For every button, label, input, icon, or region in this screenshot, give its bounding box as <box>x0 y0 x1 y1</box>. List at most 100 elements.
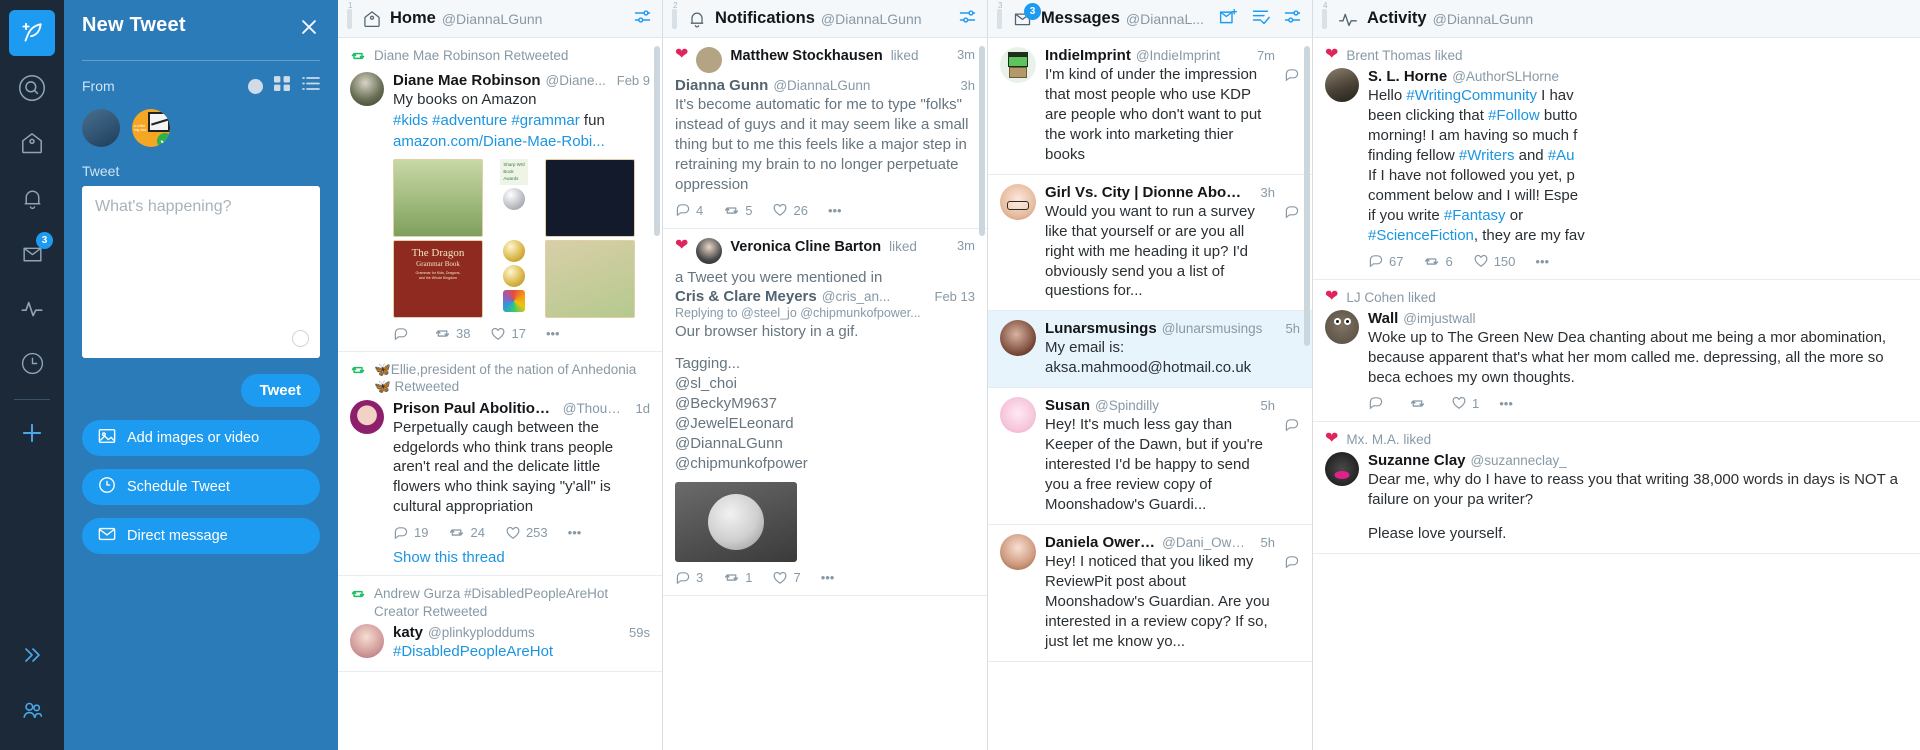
message-item[interactable]: Girl Vs. City | Dionne Abouelela... 3h W… <box>988 175 1312 312</box>
reply-action[interactable]: 3 <box>675 570 703 586</box>
tweet-input[interactable]: What's happening? <box>82 186 320 358</box>
notification-item[interactable]: ❤ Matthew Stockhausen liked 3m Dianna Gu… <box>663 38 987 229</box>
grid-view-icon[interactable] <box>274 75 291 97</box>
retweet-action[interactable]: 1 <box>723 569 752 586</box>
scrollbar[interactable] <box>979 46 985 236</box>
avatar[interactable] <box>1000 397 1036 434</box>
display-name[interactable]: Daniela Owergoor <box>1045 534 1157 551</box>
column-body-messages[interactable]: IndieImprint @IndieImprint 7m I'm kind o… <box>988 38 1312 750</box>
schedule-tweet-button[interactable]: Schedule Tweet <box>82 469 320 505</box>
column-options-icon[interactable] <box>1282 6 1303 32</box>
tweet-item[interactable]: Andrew Gurza #DisabledPeopleAreHot Creat… <box>338 576 662 672</box>
search-button[interactable] <box>9 65 55 111</box>
more-actions-icon[interactable]: ••• <box>1499 396 1513 411</box>
reply-action[interactable] <box>1368 395 1389 411</box>
column-body-home[interactable]: Diane Mae Robinson Retweeted Diane Mae R… <box>338 38 662 750</box>
tweet-media-photo[interactable] <box>675 482 797 563</box>
column-header-messages[interactable]: 3 3 Messages @DiannaL... <box>988 0 1312 38</box>
book-image-grid[interactable]: Sharp Wrtl Book Awards The Dragon Grammar B… <box>393 159 635 319</box>
accounts-button[interactable] <box>9 687 55 733</box>
compose-tweet-button[interactable] <box>9 10 55 56</box>
display-name[interactable]: Girl Vs. City | Dionne Abouelela... <box>1045 184 1250 201</box>
hashtag[interactable]: #Writers <box>1459 147 1515 164</box>
avatar[interactable] <box>1325 452 1359 487</box>
like-action[interactable]: 150 <box>1473 253 1515 269</box>
like-action[interactable]: 253 <box>505 525 548 541</box>
column-options-icon[interactable] <box>632 6 653 32</box>
avatar-view-toggle[interactable] <box>248 78 263 94</box>
display-name[interactable]: IndieImprint <box>1045 47 1131 64</box>
close-icon[interactable] <box>298 16 320 43</box>
reply-icon[interactable] <box>1284 417 1300 515</box>
like-action[interactable]: 17 <box>490 326 526 342</box>
display-name[interactable]: Susan <box>1045 397 1090 414</box>
account-avatar-1[interactable] <box>82 109 120 147</box>
more-actions-icon[interactable]: ••• <box>546 326 560 341</box>
scrollbar[interactable] <box>1304 46 1310 346</box>
avatar[interactable] <box>696 47 723 73</box>
avatar[interactable] <box>1325 310 1359 345</box>
display-name[interactable]: Suzanne Clay <box>1368 452 1466 469</box>
display-name[interactable]: S. L. Horne <box>1368 68 1447 85</box>
avatar[interactable] <box>1000 320 1036 357</box>
tweet-url[interactable]: amazon.com/Diane-Mae-Robi... <box>393 132 650 152</box>
display-name[interactable]: Prison Paul Abolitionist <box>393 400 558 417</box>
more-actions-icon[interactable]: ••• <box>828 203 842 218</box>
column-options-icon[interactable] <box>957 6 978 32</box>
hashtag[interactable]: #WritingCommunity <box>1406 87 1537 104</box>
tweet-hashtag[interactable]: #DisabledPeopleAreHot <box>393 642 650 662</box>
column-drag-handle[interactable] <box>347 8 352 29</box>
display-name[interactable]: Diane Mae Robinson <box>393 72 541 89</box>
liker-name[interactable]: Veronica Cline Barton <box>730 238 881 257</box>
hashtag[interactable]: #Follow <box>1488 107 1540 124</box>
avatar[interactable] <box>696 237 723 264</box>
sidebar-item-scheduled[interactable] <box>9 340 55 386</box>
avatar[interactable] <box>350 623 384 658</box>
message-item[interactable]: Daniela Owergoor @Dani_Owerg... 5h Hey! … <box>988 525 1312 662</box>
retweet-action[interactable]: 5 <box>723 202 752 219</box>
reply-action[interactable]: 67 <box>1368 253 1403 269</box>
reply-icon[interactable] <box>1284 67 1300 165</box>
hashtag[interactable]: #ScienceFiction <box>1368 227 1474 244</box>
activity-item[interactable]: ❤ LJ Cohen liked Wall @imjustwall Woke u… <box>1313 280 1920 422</box>
list-view-icon[interactable] <box>302 75 320 97</box>
tweet-item[interactable]: Diane Mae Robinson Retweeted Diane Mae R… <box>338 38 662 353</box>
retweet-action[interactable]: 38 <box>434 325 470 342</box>
scrollbar[interactable] <box>654 46 660 236</box>
display-name[interactable]: Cris & Clare Meyers <box>675 288 817 305</box>
avatar[interactable] <box>1000 533 1036 570</box>
activity-item[interactable]: ❤ Mx. M.A. liked Suzanne Clay @suzannecl… <box>1313 422 1920 554</box>
collapse-sidebar-button[interactable] <box>9 632 55 678</box>
activity-item[interactable]: ❤ Brent Thomas liked S. L. Horne @Author… <box>1313 38 1920 280</box>
like-action[interactable]: 26 <box>772 202 808 218</box>
sidebar-item-messages[interactable]: 3 <box>9 230 55 276</box>
column-drag-handle[interactable] <box>672 8 677 29</box>
hashtag[interactable]: #Fantasy <box>1444 207 1506 224</box>
message-item[interactable]: IndieImprint @IndieImprint 7m I'm kind o… <box>988 38 1312 175</box>
tweet-item[interactable]: 🦋Ellie,president of the nation of Anhedo… <box>338 352 662 577</box>
direct-message-button[interactable]: Direct message <box>82 518 320 554</box>
avatar[interactable] <box>350 72 384 107</box>
tweet-submit-button[interactable]: Tweet <box>240 374 320 407</box>
reply-icon[interactable] <box>1284 204 1300 302</box>
sidebar-item-home[interactable] <box>9 120 55 166</box>
message-item[interactable]: Susan @Spindilly 5h Hey! It's much less … <box>988 388 1312 525</box>
add-images-or-video-button[interactable]: Add images or video <box>82 420 320 456</box>
reply-action[interactable]: 19 <box>393 525 428 541</box>
column-header-notifications[interactable]: 2 Notifications @DiannaLGunn <box>663 0 987 38</box>
retweet-action[interactable]: 24 <box>448 524 485 541</box>
column-body-notifications[interactable]: ❤ Matthew Stockhausen liked 3m Dianna Gu… <box>663 38 987 750</box>
retweet-action[interactable] <box>1409 395 1431 412</box>
notification-item[interactable]: ❤ Veronica Cline Barton liked 3m a Tweet… <box>663 229 987 597</box>
hashtags[interactable]: #kids #adventure #grammar <box>393 112 580 129</box>
column-drag-handle[interactable] <box>1322 8 1327 29</box>
avatar[interactable] <box>1000 47 1036 83</box>
column-header-home[interactable]: 1 Home @DiannaLGunn <box>338 0 662 38</box>
more-actions-icon[interactable]: ••• <box>1535 254 1549 269</box>
reply-action[interactable] <box>393 326 414 342</box>
liker-name[interactable]: Matthew Stockhausen <box>730 47 882 66</box>
more-actions-icon[interactable]: ••• <box>568 525 582 540</box>
hashtag[interactable]: #Au <box>1548 147 1575 164</box>
like-action[interactable]: 7 <box>772 570 801 586</box>
show-thread-link[interactable]: Show this thread <box>393 549 650 566</box>
